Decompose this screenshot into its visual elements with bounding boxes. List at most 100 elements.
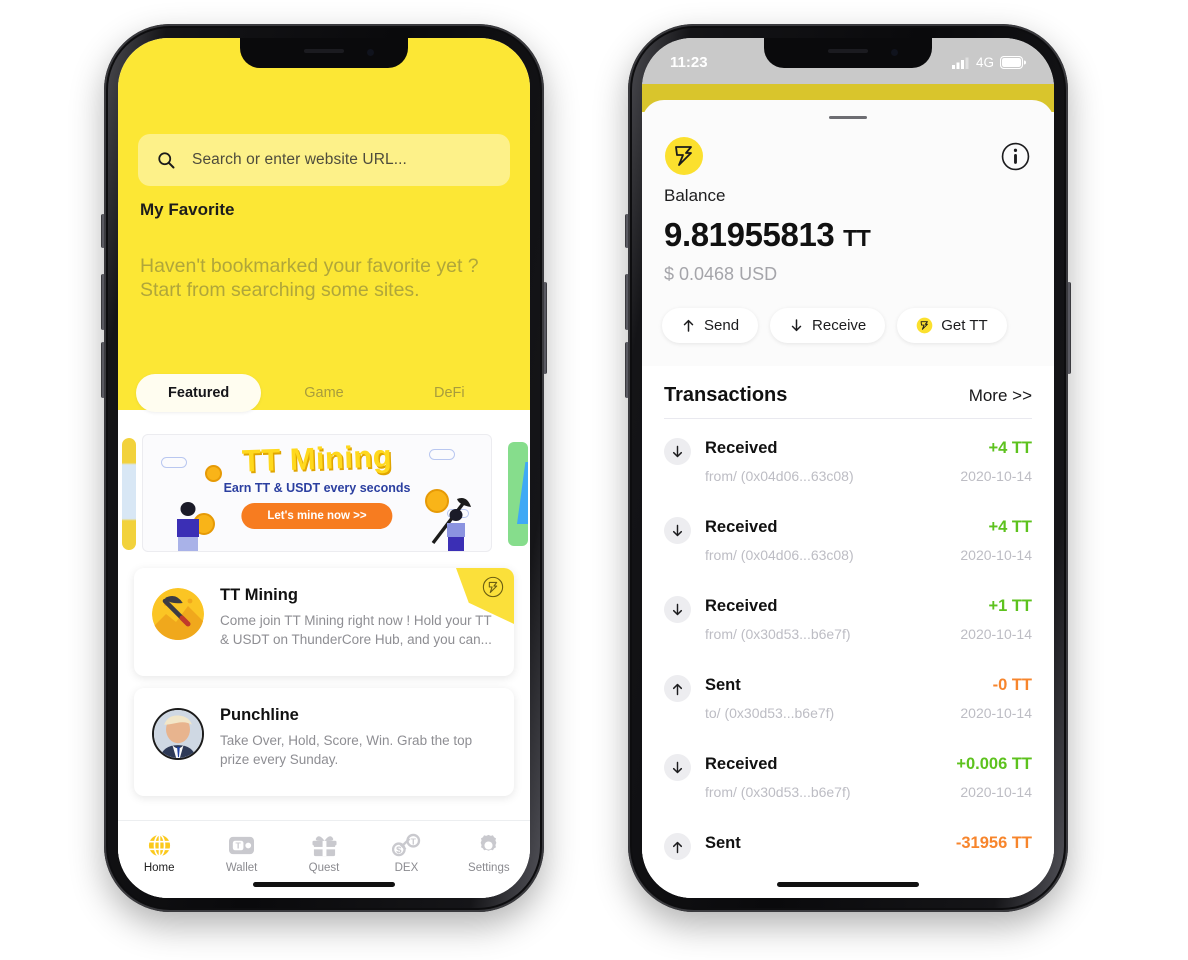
carousel-peek-right[interactable] <box>506 436 528 554</box>
transaction-date: 2020-10-14 <box>960 784 1032 800</box>
thundercore-logo-icon <box>482 576 504 598</box>
svg-text:T: T <box>411 836 417 846</box>
balance-amount: 9.81955813 TT <box>664 216 871 254</box>
transactions-list: Received from/ (0x04d06...63c08) +4 TT 2… <box>642 428 1054 898</box>
phone-right-wallet: 11:23 4G Balance 9.81955813 TT $ 0.0468 … <box>625 24 1071 912</box>
power-button[interactable] <box>1067 282 1071 374</box>
balance-fiat: $ 0.0468 USD <box>664 264 778 284</box>
info-icon[interactable] <box>1001 142 1030 171</box>
favorites-empty-line1: Haven't bookmarked your favorite yet ? <box>140 255 479 277</box>
mute-switch[interactable] <box>101 214 105 248</box>
app-card-description: Come join TT Mining right now ! Hold you… <box>220 613 492 647</box>
transaction-type: Received <box>705 439 778 457</box>
transaction-address: from/ (0x04d06...63c08) <box>705 468 854 484</box>
favorites-title: My Favorite <box>140 200 235 219</box>
tt-coin-icon <box>205 465 222 482</box>
table-row[interactable]: Sent to/ (0x30d53...b6e7f) -0 TT 2020-10… <box>642 665 1054 744</box>
svg-text:T: T <box>236 840 242 850</box>
volume-down-button[interactable] <box>101 342 105 398</box>
table-row[interactable]: Received from/ (0x04d06...63c08) +4 TT 2… <box>642 507 1054 586</box>
arrow-down-icon <box>664 517 691 544</box>
tab-defi[interactable]: DeFi <box>387 374 512 412</box>
wallet-sheet: Balance 9.81955813 TT $ 0.0468 USD Send <box>642 100 1054 898</box>
network-type-label: 4G <box>975 54 994 70</box>
category-tabs: Featured Game DeFi <box>136 374 512 412</box>
wallet-actions: Send Receive Get TT <box>662 308 1007 343</box>
wallet-icon: T <box>200 830 282 860</box>
arrow-up-icon <box>664 675 691 702</box>
search-input[interactable]: Search or enter website URL... <box>138 134 510 186</box>
app-card-tt-mining[interactable]: TT Mining Come join TT Mining right now … <box>134 568 514 676</box>
transaction-type: Sent <box>705 676 741 694</box>
notch <box>764 38 932 68</box>
transaction-date: 2020-10-14 <box>960 705 1032 721</box>
carousel-peek-left[interactable] <box>122 438 136 550</box>
hero-background <box>118 38 530 410</box>
table-row[interactable]: Received from/ (0x04d06...63c08) +4 TT 2… <box>642 428 1054 507</box>
tabbar-item-wallet[interactable]: T Wallet <box>200 830 282 874</box>
tabbar-label-quest: Quest <box>308 862 340 874</box>
volume-up-button[interactable] <box>625 274 629 330</box>
tabbar-item-quest[interactable]: Quest <box>283 830 365 874</box>
balance-value: 9.81955813 <box>664 216 835 253</box>
phone-screen: Search or enter website URL... My Favori… <box>118 38 530 898</box>
balance-unit: TT <box>843 225 871 251</box>
table-row[interactable]: Received from/ (0x30d53...b6e7f) +0.006 … <box>642 744 1054 823</box>
app-card-description: Take Over, Hold, Score, Win. Grab the to… <box>220 733 473 767</box>
signal-bars-icon <box>951 57 969 69</box>
transactions-more-link[interactable]: More >> <box>969 386 1032 406</box>
status-indicators: 4G <box>951 54 1026 70</box>
screenshot-stage: Search or enter website URL... My Favori… <box>0 0 1188 960</box>
transaction-amount: +4 TT <box>988 518 1032 536</box>
volume-down-button[interactable] <box>625 342 629 398</box>
banner-subtitle: Earn TT & USDT every seconds <box>223 481 411 495</box>
volume-up-button[interactable] <box>101 274 105 330</box>
mute-switch[interactable] <box>625 214 629 248</box>
get-tt-button[interactable]: Get TT <box>897 308 1007 343</box>
transaction-type: Sent <box>705 834 741 852</box>
app-card-title: TT Mining <box>220 586 298 604</box>
transactions-title: Transactions <box>664 384 788 406</box>
home-indicator[interactable] <box>253 882 395 887</box>
power-button[interactable] <box>543 282 547 374</box>
gift-icon <box>283 830 365 860</box>
tabbar-label-wallet: Wallet <box>225 862 258 874</box>
send-button[interactable]: Send <box>662 308 759 343</box>
tab-game[interactable]: Game <box>261 374 386 412</box>
send-label: Send <box>704 317 740 334</box>
tabbar-label-settings: Settings <box>468 862 510 874</box>
promo-banner-tt-mining[interactable]: TT Mining Earn TT & USDT every seconds L… <box>142 434 492 552</box>
home-indicator[interactable] <box>777 882 919 887</box>
browser-content: TT Mining Earn TT & USDT every seconds L… <box>118 410 530 898</box>
transactions-panel: Transactions More >> Received from/ (0x0… <box>642 366 1054 898</box>
arrow-down-icon <box>664 438 691 465</box>
tabbar-item-dex[interactable]: $ T DEX <box>365 830 447 874</box>
promo-carousel[interactable]: TT Mining Earn TT & USDT every seconds L… <box>118 434 530 556</box>
tt-coin-icon <box>916 317 933 334</box>
banner-cta-button[interactable]: Let's mine now >> <box>241 503 393 529</box>
favorites-empty-line2: Start from searching some sites. <box>140 279 420 301</box>
transaction-amount: -0 TT <box>992 676 1032 694</box>
app-card-punchline[interactable]: Punchline Take Over, Hold, Score, Win. G… <box>134 688 514 796</box>
tabbar-item-settings[interactable]: Settings <box>448 830 530 874</box>
tabbar-label-dex: DEX <box>394 862 419 874</box>
transaction-date: 2020-10-14 <box>960 547 1032 563</box>
arrow-down-icon <box>791 319 802 332</box>
tab-featured[interactable]: Featured <box>136 374 262 412</box>
transaction-amount: +0.006 TT <box>956 755 1032 773</box>
transactions-header: Transactions More >> <box>664 384 1032 407</box>
get-tt-label: Get TT <box>941 317 988 334</box>
transaction-amount: +1 TT <box>988 597 1032 615</box>
sheet-grabber[interactable] <box>829 116 867 119</box>
tabbar-item-home[interactable]: Home <box>118 830 200 874</box>
front-camera <box>891 49 898 56</box>
arrow-down-icon <box>664 754 691 781</box>
avatar <box>152 708 204 760</box>
transaction-date: 2020-10-14 <box>960 626 1032 642</box>
table-row[interactable]: Received from/ (0x30d53...b6e7f) +1 TT 2… <box>642 586 1054 665</box>
receive-button[interactable]: Receive <box>770 308 886 343</box>
transaction-address: from/ (0x30d53...b6e7f) <box>705 626 851 642</box>
transaction-address: from/ (0x04d06...63c08) <box>705 547 854 563</box>
banner-title: TT Mining <box>241 438 393 479</box>
swap-icon: $ T <box>365 830 447 860</box>
